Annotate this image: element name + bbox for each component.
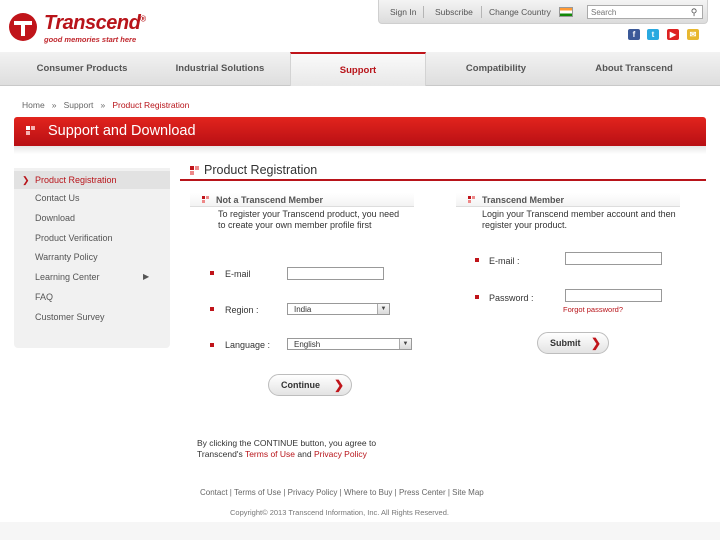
search-box: ⚲ (587, 5, 703, 19)
main-nav: Consumer Products Industrial Solutions S… (0, 52, 720, 86)
change-country-link[interactable]: Change Country (489, 7, 551, 17)
nav-support[interactable]: Support (290, 52, 426, 86)
divider (481, 6, 482, 18)
footer-link-press-center[interactable]: Press Center (399, 488, 446, 497)
twitter-icon[interactable]: t (647, 29, 659, 40)
brand-tagline: good memories start here (44, 35, 137, 44)
nav-compatibility[interactable]: Compatibility (428, 52, 564, 86)
squares-bullet-icon (468, 196, 475, 203)
sidebar-item-product-registration[interactable]: ❯ Product Registration (14, 171, 170, 189)
banner-title: Support and Download (48, 123, 196, 139)
subscribe-link[interactable]: Subscribe (435, 7, 473, 17)
sidebar-item-download[interactable]: Download (35, 213, 75, 223)
transcend-logo-mark-icon (9, 13, 37, 41)
non-member-email-field[interactable] (287, 267, 384, 280)
required-bullet-icon (210, 343, 214, 347)
arrow-right-icon: ❯ (333, 378, 344, 392)
member-heading: Transcend Member (456, 193, 680, 207)
sidebar-item-customer-survey[interactable]: Customer Survey (35, 312, 105, 322)
squares-bullet-icon (202, 196, 209, 203)
email-label: E-mail (225, 269, 251, 279)
required-bullet-icon (475, 258, 479, 262)
required-bullet-icon (475, 295, 479, 299)
chevron-down-icon: ▼ (399, 339, 411, 349)
sidebar-item-warranty-policy[interactable]: Warranty Policy (35, 252, 98, 262)
breadcrumb-current: Product Registration (112, 100, 190, 110)
page-title: Product Registration (204, 163, 318, 177)
page-heading: Product Registration (180, 161, 706, 181)
transcend-logo[interactable]: Transcend® good memories start here (8, 10, 158, 44)
forgot-password-link[interactable]: Forgot password? (563, 305, 623, 314)
password-field[interactable] (565, 289, 662, 302)
search-icon[interactable]: ⚲ (688, 7, 700, 18)
breadcrumb-support[interactable]: Support (64, 100, 94, 110)
facebook-icon[interactable]: f (628, 29, 640, 40)
copyright: Copyright© 2013 Transcend Information, I… (230, 508, 449, 517)
member-email-label: E-mail : (489, 256, 520, 266)
top-utility-bar: Sign In Subscribe Change Country ⚲ (378, 0, 708, 24)
chevron-down-icon: ▼ (377, 304, 389, 314)
footer-link-terms[interactable]: Terms of Use (234, 488, 281, 497)
region-label: Region : (225, 305, 259, 315)
required-bullet-icon (210, 307, 214, 311)
region-select[interactable]: India ▼ (287, 303, 390, 315)
footer-link-where-to-buy[interactable]: Where to Buy (344, 488, 392, 497)
language-label: Language : (225, 340, 271, 350)
banner-shadow (14, 146, 706, 154)
mail-icon[interactable]: ✉ (687, 29, 699, 40)
member-email-field[interactable] (565, 252, 662, 265)
submit-button[interactable]: Submit ❯ (537, 332, 609, 354)
squares-bullet-icon (190, 166, 199, 175)
non-member-description: To register your Transcend product, you … (218, 209, 400, 230)
sidebar: ❯ Product Registration Contact Us Downloa… (14, 168, 170, 348)
caret-right-icon: ❯ (22, 175, 30, 185)
nav-industrial-solutions[interactable]: Industrial Solutions (152, 52, 288, 86)
non-member-heading: Not a Transcend Member (190, 193, 414, 207)
footer-link-site-map[interactable]: Site Map (452, 488, 484, 497)
member-description: Login your Transcend member account and … (482, 209, 676, 230)
search-input[interactable] (588, 6, 684, 18)
squares-bullet-icon (26, 126, 35, 135)
privacy-policy-link[interactable]: Privacy Policy (314, 449, 367, 459)
password-label: Password : (489, 293, 534, 303)
arrow-right-icon: ❯ (590, 336, 601, 350)
nav-about-transcend[interactable]: About Transcend (566, 52, 702, 86)
footer-links: Contact | Terms of Use | Privacy Policy … (200, 488, 484, 497)
sign-in-link[interactable]: Sign In (390, 7, 416, 17)
agreement-text: By clicking the CONTINUE button, you agr… (197, 438, 377, 459)
breadcrumb: Home » Support » Product Registration (22, 100, 189, 110)
nav-consumer-products[interactable]: Consumer Products (14, 52, 150, 86)
sidebar-item-learning-center[interactable]: Learning Center (35, 272, 100, 282)
section-banner: Support and Download (14, 117, 706, 146)
submenu-arrow-icon[interactable]: ▶ (143, 272, 149, 281)
terms-of-use-link[interactable]: Terms of Use (245, 449, 295, 459)
breadcrumb-separator: » (100, 100, 106, 110)
required-bullet-icon (210, 271, 214, 275)
divider (423, 6, 424, 18)
language-select[interactable]: English ▼ (287, 338, 412, 350)
sidebar-item-contact-us[interactable]: Contact Us (35, 193, 80, 203)
brand-name: Transcend® (44, 12, 146, 34)
youtube-icon[interactable]: ▶ (667, 29, 679, 40)
sidebar-item-product-verification[interactable]: Product Verification (35, 233, 113, 243)
footer-link-contact[interactable]: Contact (200, 488, 228, 497)
breadcrumb-home[interactable]: Home (22, 100, 45, 110)
continue-button[interactable]: Continue ❯ (268, 374, 352, 396)
breadcrumb-separator: » (51, 100, 57, 110)
india-flag-icon[interactable] (559, 7, 573, 17)
footer-link-privacy[interactable]: Privacy Policy (288, 488, 338, 497)
sidebar-item-faq[interactable]: FAQ (35, 292, 53, 302)
bottom-bar (0, 522, 720, 540)
